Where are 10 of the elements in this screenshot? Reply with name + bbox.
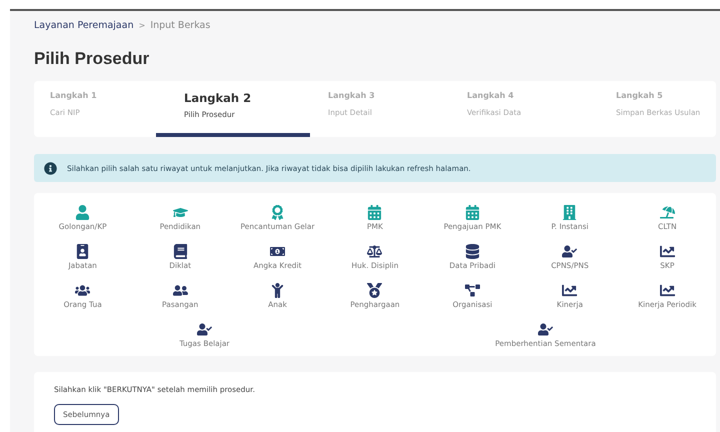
page-title: Pilih Prosedur bbox=[34, 49, 150, 69]
step-label: Langkah 4 bbox=[467, 91, 515, 100]
breadcrumb-link[interactable]: Layanan Peremajaan bbox=[34, 20, 134, 30]
breadcrumb-separator: > bbox=[138, 20, 146, 30]
step-label: Langkah 5 bbox=[616, 91, 664, 100]
step-label: Langkah 3 bbox=[328, 91, 376, 100]
breadcrumb-current: Input Berkas bbox=[150, 20, 210, 30]
step-label: Langkah 1 bbox=[50, 91, 98, 100]
info-icon bbox=[44, 162, 57, 174]
step-label: Langkah 2 bbox=[184, 91, 252, 105]
